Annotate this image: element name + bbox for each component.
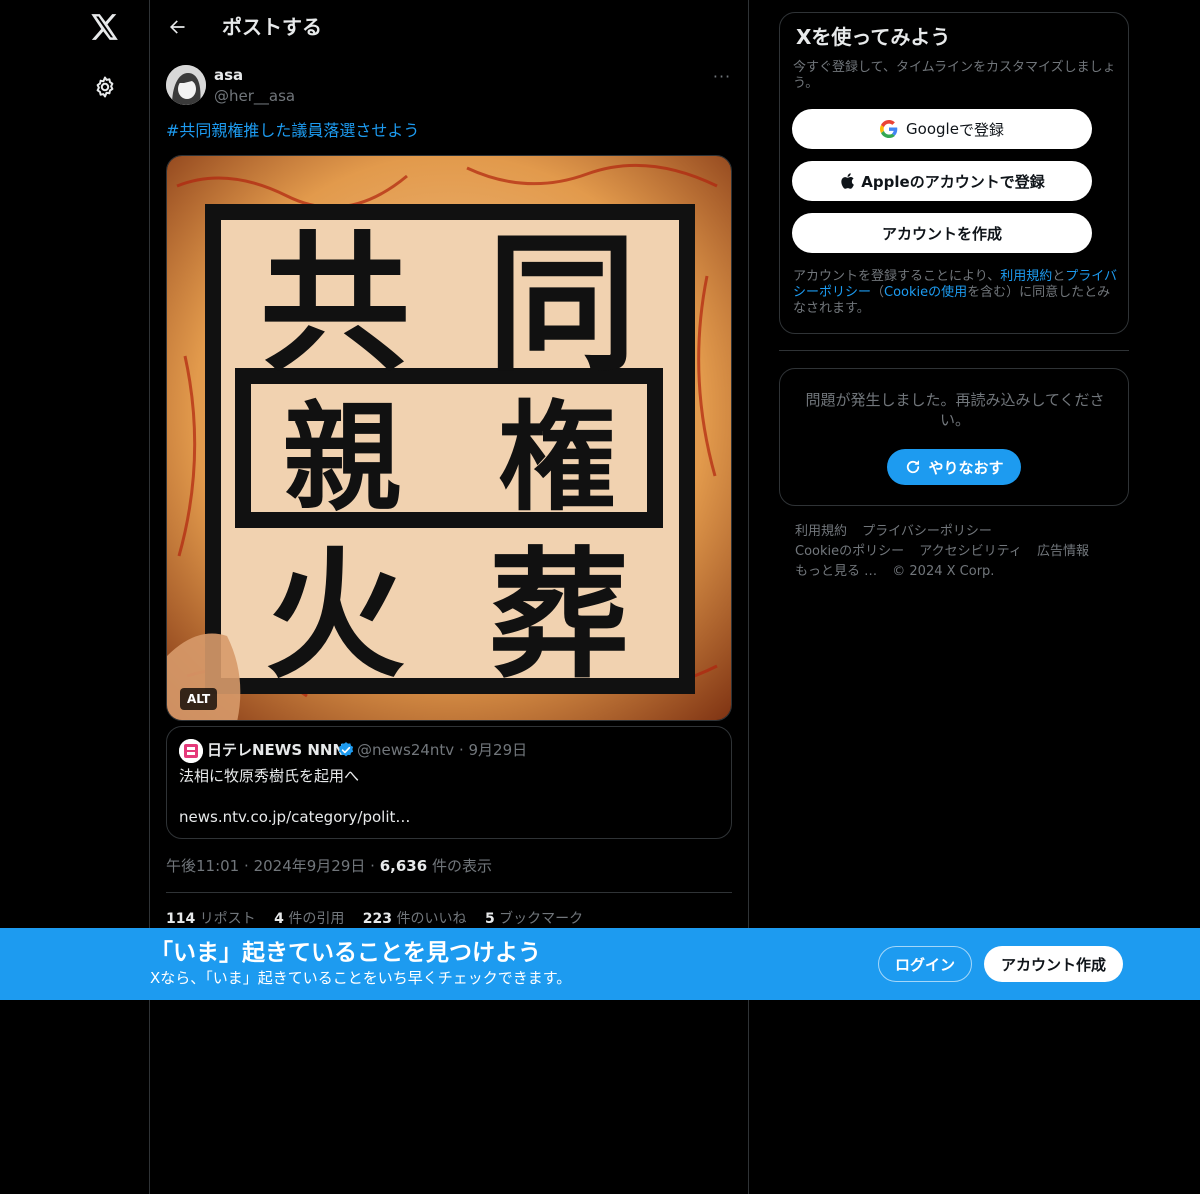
terms-text: と (1052, 269, 1066, 284)
error-card: 問題が発生しました。再読み込みしてください。 やりなおす (779, 368, 1129, 506)
quote-link[interactable]: news.ntv.co.jp/category/polit… (179, 807, 410, 827)
cookie-link[interactable]: Cookieの使用 (884, 285, 967, 300)
signup-terms: アカウントを登録することにより、利用規約とプライバシーポリシー（Cookieの使… (793, 269, 1121, 317)
quote-handle: @news24ntv (357, 741, 455, 759)
login-button[interactable]: ログイン (878, 946, 972, 982)
timestamp-separator: · (244, 857, 249, 875)
quote-meta: @news24ntv · 9月29日 (357, 740, 527, 760)
apple-signup-button[interactable]: Appleのアカウントで登録 (792, 161, 1092, 201)
google-icon (880, 120, 898, 138)
divider (779, 350, 1129, 351)
image-char-6: 葬 (489, 535, 629, 698)
retry-button[interactable]: やりなおす (887, 449, 1021, 485)
signup-banner: 「いま」起きていることを見つけよう Xなら、「いま」起きていることをいち早くチェ… (0, 928, 1200, 1000)
post-stats: 114 リポスト 4 件の引用 223 件のいいね 5 ブックマーク (166, 909, 597, 929)
alt-badge[interactable]: ALT (180, 688, 218, 710)
image-char-4: 権 (498, 389, 616, 527)
back-arrow-icon[interactable] (162, 12, 192, 42)
gear-icon[interactable] (90, 72, 120, 102)
page-title: ポストする (222, 15, 322, 39)
stat-reposts[interactable]: 114 リポスト (166, 911, 256, 927)
signup-title: Xを使ってみよう (796, 25, 951, 49)
signup-subtitle: 今すぐ登録して、タイムラインをカスタマイズしましょう。 (793, 60, 1116, 91)
google-signup-button[interactable]: Google で登録 (792, 109, 1092, 149)
footer-link-accessibility[interactable]: アクセシビリティ (919, 542, 1022, 562)
footer-link-cookie[interactable]: Cookieのポリシー (795, 542, 904, 562)
author-name[interactable]: asa (214, 65, 243, 85)
quote-separator: · (458, 741, 464, 759)
footer-link-terms[interactable]: 利用規約 (795, 522, 847, 542)
column-border-left (149, 0, 150, 1194)
terms-text: アカウントを登録することにより、 (793, 269, 1001, 284)
x-logo-icon[interactable] (86, 8, 124, 46)
image-char-1: 共 (260, 218, 410, 392)
quote-date: 9月29日 (468, 741, 528, 759)
terms-link[interactable]: 利用規約 (1000, 269, 1052, 284)
footer-link-ads[interactable]: 広告情報 (1037, 542, 1089, 562)
apple-signup-label: Appleのアカウントで登録 (861, 172, 1045, 191)
google-suffix: で登録 (958, 120, 1004, 139)
post-timestamp: 午後11:01 · 2024年9月29日 · 6,636 件の表示 (166, 856, 492, 876)
footer-link-privacy[interactable]: プライバシーポリシー (862, 522, 992, 542)
divider (166, 892, 732, 893)
banner-subtitle: Xなら、「いま」起きていることをいち早くチェックできます。 (150, 969, 572, 987)
post-time[interactable]: 午後11:01 (166, 857, 239, 875)
banner-create-account-button[interactable]: アカウント作成 (984, 946, 1123, 982)
stat-likes[interactable]: 223 件のいいね (363, 911, 467, 927)
quote-author-name: 日テレNEWS NNN (207, 741, 346, 759)
create-account-button[interactable]: アカウントを作成 (792, 213, 1092, 253)
footer-copyright: © 2024 X Corp. (892, 564, 995, 579)
terms-text: （ (871, 285, 885, 300)
timestamp-separator: · (370, 857, 375, 875)
footer-links: 利用規約 プライバシーポリシー Cookieのポリシー アクセシビリティ 広告情… (795, 522, 1125, 582)
quote-avatar (179, 739, 203, 763)
quoted-post[interactable]: 日テレNEWS NNN @news24ntv · 9月29日 法相に牧原秀樹氏を… (166, 726, 732, 839)
post-image[interactable]: 共 同 親 権 火 葬 (166, 155, 732, 721)
quote-text: 法相に牧原秀樹氏を起用へ (179, 767, 360, 785)
image-char-2: 同 (487, 218, 637, 392)
post-date[interactable]: 2024年9月29日 (254, 857, 366, 875)
post-hashtag[interactable]: #共同親権推した議員落選させよう (166, 120, 419, 142)
refresh-icon (904, 458, 922, 476)
verified-icon (337, 741, 355, 759)
google-brand: Google (906, 120, 959, 138)
footer-link-more[interactable]: もっと見る … (795, 562, 877, 582)
image-char-5: 火 (265, 535, 405, 698)
author-handle[interactable]: @her__asa (214, 86, 295, 106)
error-message: 問題が発生しました。再読み込みしてください。 (805, 391, 1105, 429)
banner-title: 「いま」起きていることを見つけよう (150, 940, 541, 966)
views-label: 件の表示 (431, 857, 492, 875)
author-avatar[interactable] (166, 65, 206, 105)
signup-card: Xを使ってみよう 今すぐ登録して、タイムラインをカスタマイズしましょう。 Goo… (779, 12, 1129, 334)
apple-icon (839, 172, 855, 190)
more-icon[interactable]: ··· (710, 64, 734, 88)
stat-quotes[interactable]: 4 件の引用 (274, 911, 344, 927)
stat-bookmarks[interactable]: 5 ブックマーク (485, 911, 583, 927)
retry-label: やりなおす (928, 458, 1004, 477)
column-border-right (748, 0, 749, 1194)
views-count: 6,636 (379, 857, 428, 875)
image-char-3: 親 (283, 389, 401, 527)
